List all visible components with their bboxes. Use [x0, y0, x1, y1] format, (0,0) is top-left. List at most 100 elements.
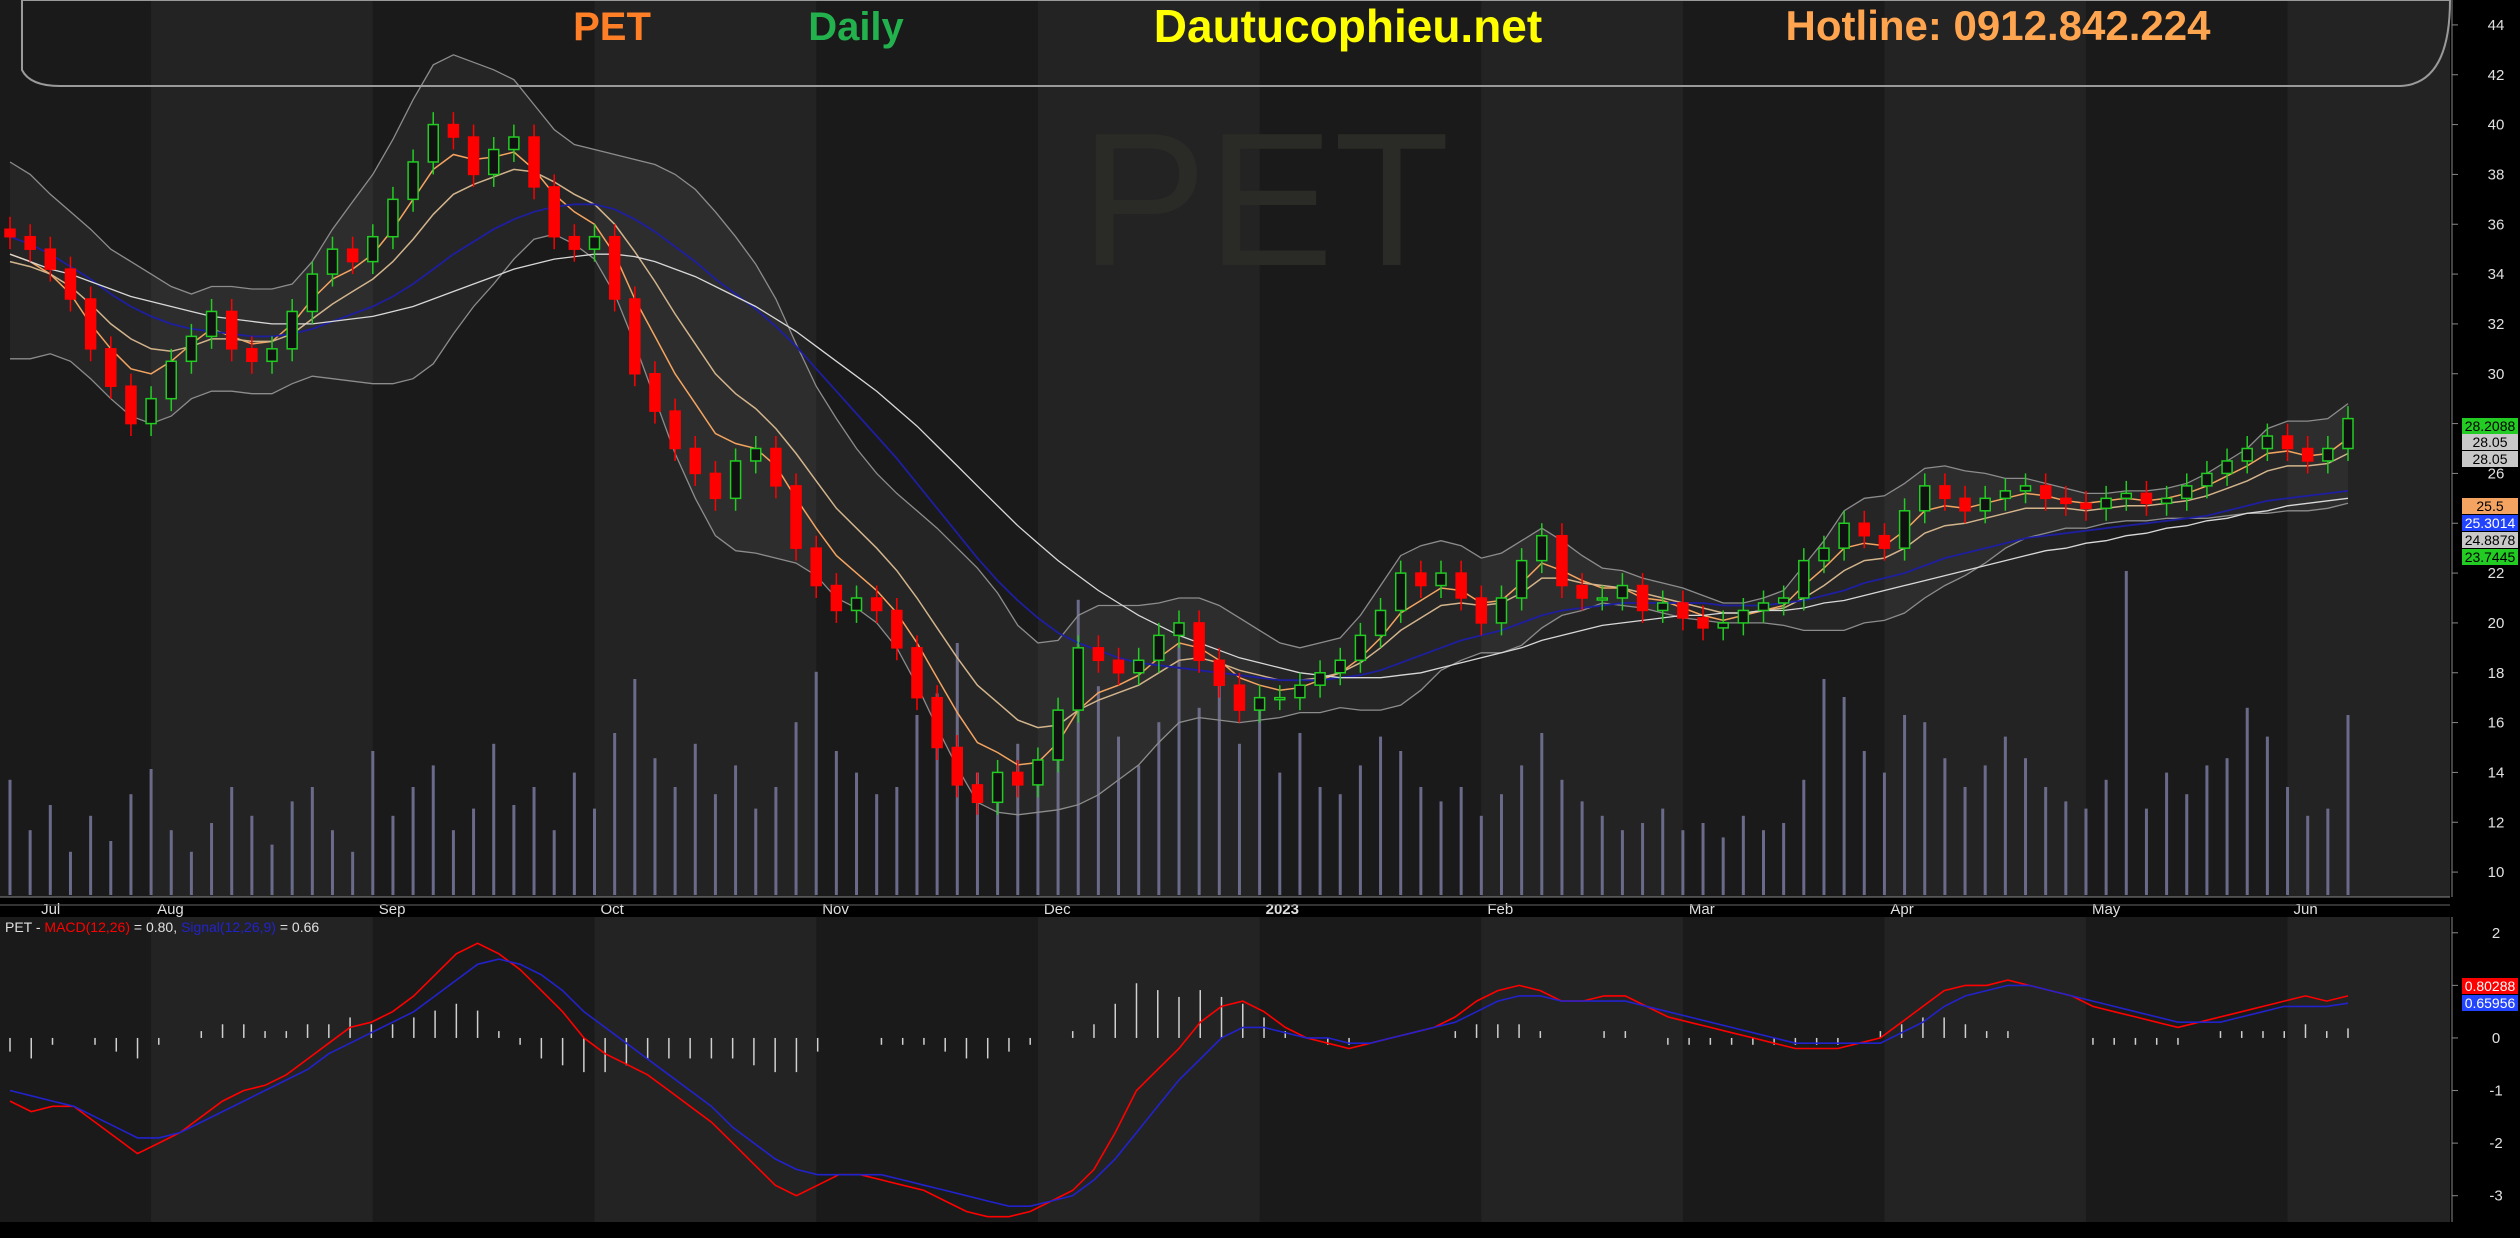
volume-bar	[653, 758, 657, 895]
candle-body	[1556, 534, 1568, 587]
volume-bar	[1520, 765, 1524, 895]
candle-body	[427, 123, 440, 163]
candle-body	[1737, 609, 1750, 624]
volume-bar	[270, 844, 274, 895]
volume-bar	[1620, 830, 1624, 895]
volume-bar	[613, 733, 617, 895]
macd-tick-label: 0	[2492, 1030, 2500, 1047]
volume-bar	[1903, 715, 1907, 895]
candle-body	[1536, 534, 1548, 562]
volume-bar	[1661, 808, 1665, 895]
price-tick-label: 18	[2488, 665, 2505, 682]
macd-tick-label: -1	[2489, 1083, 2502, 1100]
month-label: Apr	[1890, 901, 1913, 918]
watermark-symbol: PET	[1080, 94, 1450, 306]
last-value-label: 24.8878	[2465, 532, 2516, 548]
candle-body	[2241, 447, 2253, 462]
macd-tick-label: 2	[2492, 925, 2500, 942]
candle-body	[326, 248, 339, 275]
candle-body	[709, 472, 722, 500]
candle-body	[1757, 602, 1770, 612]
candle-body	[1515, 559, 1528, 599]
price-tick-label: 44	[2488, 17, 2505, 34]
volume-bar	[532, 787, 536, 895]
last-value-label: 23.7445	[2465, 549, 2516, 565]
candle-body	[1798, 559, 1810, 599]
candle-body	[407, 161, 419, 201]
header-symbol: PET	[573, 5, 651, 49]
volume-bar	[713, 794, 717, 895]
volume-bar	[1479, 815, 1483, 895]
candle-body	[205, 310, 218, 338]
volume-bar	[2104, 779, 2108, 895]
volume-bar	[774, 787, 778, 895]
volume-bar	[2245, 707, 2249, 895]
volume-bar	[210, 823, 214, 895]
candle-body	[931, 696, 943, 749]
candle-body	[1153, 634, 1165, 662]
volume-bar	[2124, 571, 2128, 895]
candle-body	[1979, 497, 1991, 512]
candle-body	[770, 447, 782, 487]
candle-body	[870, 597, 883, 612]
volume-bar	[1681, 830, 1685, 895]
volume-bar	[512, 805, 516, 895]
volume-bar	[149, 769, 153, 895]
candle-body	[1475, 597, 1488, 624]
volume-bar	[330, 830, 334, 895]
volume-bar	[1741, 815, 1745, 895]
candle-body	[105, 348, 117, 387]
candle-body	[1314, 672, 1326, 686]
header-hotline: Hotline: 0912.842.224	[1786, 2, 2212, 49]
volume-bar	[2165, 772, 2169, 895]
candle-body	[951, 746, 964, 786]
candle-body	[225, 310, 238, 350]
volume-bar	[834, 751, 838, 895]
candle-body	[4, 228, 16, 238]
candle-body	[548, 186, 560, 238]
candle-body	[568, 235, 581, 250]
volume-bar	[2044, 787, 2048, 895]
month-shade	[1037, 917, 1260, 1222]
candle-body	[790, 485, 802, 549]
candle-body	[1274, 696, 1286, 701]
candle-body	[1918, 485, 1931, 512]
volume-bar	[1882, 772, 1886, 895]
candle-body	[24, 235, 36, 250]
volume-bar	[915, 715, 919, 895]
candle-body	[1173, 622, 1185, 637]
month-shade	[1884, 0, 2086, 897]
macd-legend-part: PET -	[5, 919, 44, 935]
volume-bar	[794, 722, 798, 895]
volume-bar	[250, 815, 254, 895]
volume-bar	[472, 808, 476, 895]
volume-bar	[1157, 722, 1161, 895]
volume-bar	[2286, 787, 2290, 895]
volume-bar	[2185, 794, 2189, 895]
last-value-label: 25.5	[2476, 498, 2503, 514]
header-period: Daily	[808, 5, 904, 49]
candle-body	[1636, 584, 1649, 612]
volume-bar	[2084, 808, 2088, 895]
candle-body	[608, 235, 621, 300]
candle-body	[2120, 492, 2133, 500]
candle-body	[2201, 472, 2213, 487]
month-shade	[1884, 917, 2086, 1222]
volume-bar	[68, 851, 72, 895]
volume-bar	[1943, 758, 1947, 895]
price-tick-label: 26	[2488, 465, 2505, 482]
candle-body	[2019, 485, 2032, 492]
month-shade	[2287, 917, 2450, 1222]
volume-bar	[1237, 743, 1241, 895]
volume-bar	[189, 851, 193, 895]
volume-bar	[1459, 787, 1463, 895]
volume-bar	[129, 794, 133, 895]
volume-bar	[1721, 837, 1725, 895]
candle-body	[2100, 497, 2112, 510]
price-tick-label: 34	[2488, 266, 2505, 283]
candle-body	[528, 136, 540, 188]
volume-bar	[2144, 808, 2148, 895]
price-tick-label: 12	[2488, 814, 2505, 831]
price-tick-label: 38	[2488, 166, 2505, 183]
volume-bar	[451, 830, 455, 895]
